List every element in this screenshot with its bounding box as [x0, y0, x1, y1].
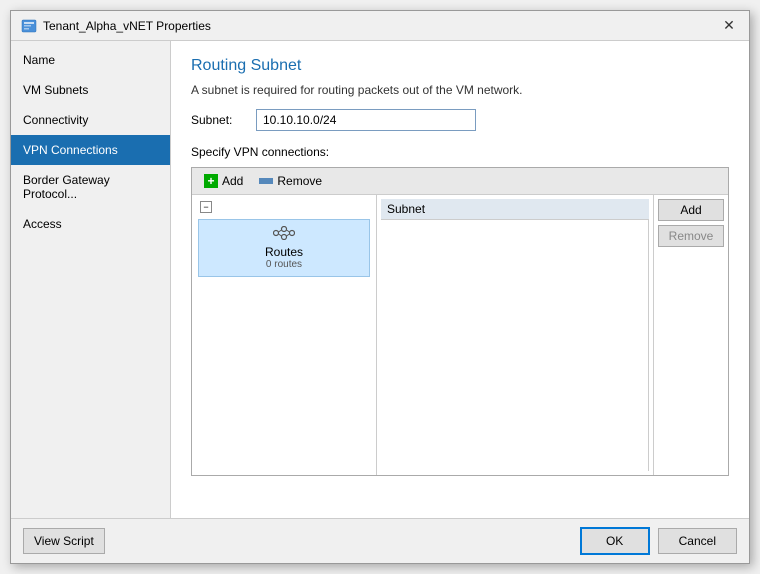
title-bar: Tenant_Alpha_vNET Properties ✕ — [11, 11, 749, 41]
remove-label: Remove — [277, 174, 322, 188]
dialog-footer: View Script OK Cancel — [11, 518, 749, 563]
routes-tree-item[interactable]: Routes 0 routes — [198, 219, 370, 277]
collapse-button[interactable]: − — [200, 201, 212, 213]
tree-collapse[interactable]: − — [196, 199, 372, 215]
footer-right: OK Cancel — [580, 527, 737, 555]
vpn-content: − — [192, 195, 728, 475]
sidebar-item-connectivity[interactable]: Connectivity — [11, 105, 170, 135]
routes-label: Routes — [265, 245, 303, 259]
vpn-tree: − — [192, 195, 377, 475]
ok-button[interactable]: OK — [580, 527, 650, 555]
detail-remove-button[interactable]: Remove — [658, 225, 724, 247]
add-label: Add — [222, 174, 243, 188]
dialog-icon — [21, 18, 37, 34]
sidebar-item-access[interactable]: Access — [11, 209, 170, 239]
detail-main: Subnet Add Remove — [377, 195, 728, 475]
specify-vpn-label: Specify VPN connections: — [191, 145, 729, 159]
remove-icon — [259, 178, 273, 184]
detail-actions: Add Remove — [653, 195, 728, 475]
routes-sublabel: 0 routes — [266, 259, 302, 270]
add-vpn-button[interactable]: + Add — [200, 172, 247, 190]
detail-header: Subnet — [381, 199, 649, 220]
dialog-window: Tenant_Alpha_vNET Properties ✕ Name VM S… — [10, 10, 750, 564]
dialog-title: Tenant_Alpha_vNET Properties — [43, 19, 211, 33]
main-content: Routing Subnet A subnet is required for … — [171, 41, 749, 518]
sidebar: Name VM Subnets Connectivity VPN Connect… — [11, 41, 171, 518]
vpn-detail: Subnet — [377, 195, 653, 475]
subnet-header-label: Subnet — [387, 202, 643, 216]
vpn-panel: + Add Remove − — [191, 167, 729, 476]
cancel-button[interactable]: Cancel — [658, 528, 737, 554]
subnet-field-row: Subnet: — [191, 109, 729, 131]
sidebar-item-vpn-connections[interactable]: VPN Connections — [11, 135, 170, 165]
remove-vpn-button[interactable]: Remove — [255, 172, 326, 190]
sidebar-item-border-gateway[interactable]: Border Gateway Protocol... — [11, 165, 170, 209]
detail-add-button[interactable]: Add — [658, 199, 724, 221]
subnet-label: Subnet: — [191, 113, 246, 127]
section-desc: A subnet is required for routing packets… — [191, 83, 729, 97]
footer-left: View Script — [23, 528, 105, 554]
sidebar-item-vm-subnets[interactable]: VM Subnets — [11, 75, 170, 105]
view-script-button[interactable]: View Script — [23, 528, 105, 554]
add-icon: + — [204, 174, 218, 188]
close-button[interactable]: ✕ — [719, 16, 739, 36]
vpn-toolbar: + Add Remove — [192, 168, 728, 195]
dialog-body: Name VM Subnets Connectivity VPN Connect… — [11, 41, 749, 518]
section-title: Routing Subnet — [191, 57, 729, 75]
title-bar-left: Tenant_Alpha_vNET Properties — [21, 18, 211, 34]
routes-icon — [273, 226, 295, 243]
sidebar-item-name[interactable]: Name — [11, 45, 170, 75]
detail-list — [381, 220, 649, 471]
subnet-input[interactable] — [256, 109, 476, 131]
